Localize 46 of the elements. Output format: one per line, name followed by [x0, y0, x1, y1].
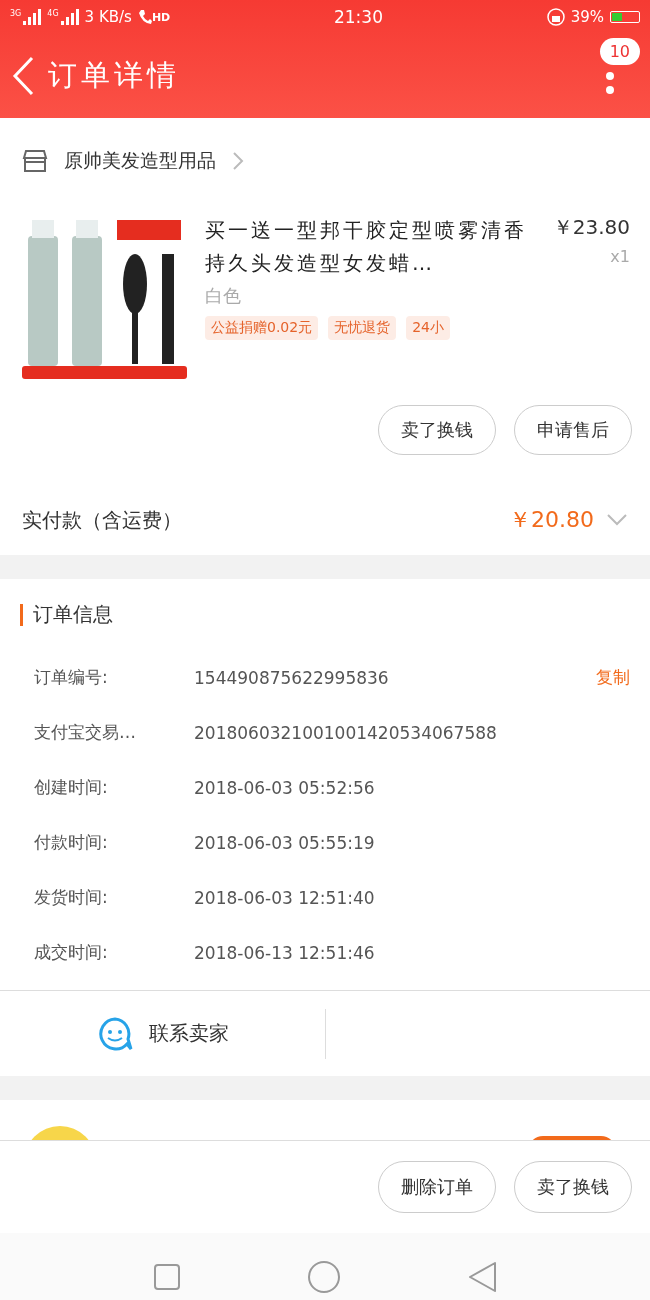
service-tag: 无忧退货	[328, 316, 397, 340]
info-label: 成交时间:	[34, 941, 109, 964]
recent-apps-icon[interactable]	[153, 1263, 181, 1291]
network-speed: 3 KB/s	[84, 8, 132, 26]
action-button[interactable]: 申请售后	[514, 405, 632, 455]
clock: 21:30	[332, 7, 384, 27]
info-label: 创建时间:	[34, 776, 109, 799]
payment-amount: ￥20.80	[509, 506, 594, 534]
info-value: 2018060321001001420534067588	[194, 722, 498, 743]
payment-label: 实付款（含运费）	[22, 506, 182, 534]
info-label: 付款时间:	[34, 831, 109, 854]
product-quantity: x1	[609, 247, 630, 266]
battery-icon	[610, 11, 640, 23]
chat-icon	[96, 1016, 133, 1051]
service-tag: 24小	[406, 316, 450, 340]
battery-percent: 39%	[570, 8, 604, 26]
product-title[interactable]: 买一送一型邦干胶定型喷雾清香持久头发造型女发蜡…	[205, 214, 535, 280]
back-icon[interactable]	[467, 1261, 497, 1293]
contact-seller-button[interactable]: 联系卖家	[148, 1020, 229, 1047]
chevron-down-icon[interactable]	[606, 513, 628, 527]
info-label: 支付宝交易…	[34, 721, 137, 744]
page-title: 订单详情	[48, 57, 180, 94]
info-value: 2018-06-13 12:51:46	[194, 942, 376, 963]
info-label: 订单编号:	[34, 666, 109, 689]
section-title: 订单信息	[33, 601, 113, 628]
notification-badge: 10	[599, 38, 640, 65]
product-variant: 白色	[205, 284, 242, 308]
service-tag: 公益捐赠0.02元	[205, 316, 319, 340]
call-label: HD	[151, 10, 171, 24]
info-value: 2018-06-03 05:52:56	[194, 777, 376, 798]
shop-icon	[22, 149, 48, 173]
phone-icon	[137, 9, 152, 25]
info-label: 发货时间:	[34, 886, 109, 909]
info-value: 2018-06-03 12:51:40	[194, 887, 376, 908]
rotation-lock-icon	[546, 8, 565, 26]
action-button[interactable]: 卖了换钱	[378, 405, 496, 455]
chevron-icon[interactable]	[232, 151, 244, 171]
action-button[interactable]: 删除订单	[378, 1161, 496, 1213]
info-value: 154490875622995836	[194, 667, 390, 688]
home-icon[interactable]	[307, 1260, 341, 1294]
more-icon[interactable]	[606, 72, 614, 94]
info-value: 2018-06-03 05:55:19	[194, 832, 376, 853]
back-icon[interactable]	[12, 56, 34, 96]
product-price: ￥23.80	[552, 214, 630, 241]
shop-name[interactable]: 原帅美发造型用品	[64, 148, 216, 174]
action-button[interactable]: 卖了换钱	[514, 1161, 632, 1213]
